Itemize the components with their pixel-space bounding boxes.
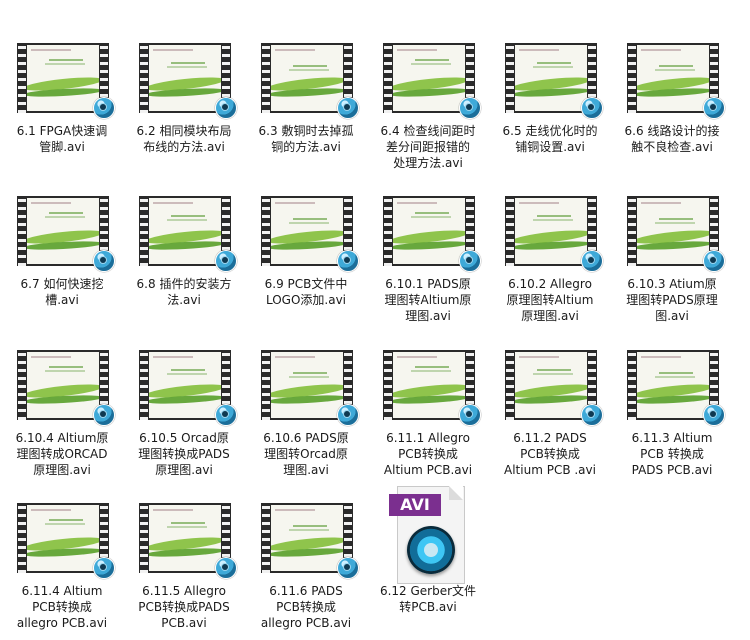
media-player-icon — [337, 404, 359, 426]
file-name-label: 6.5 走线优化时的 铺铜设置.avi — [502, 124, 598, 154]
file-name-label: 6.10.5 Orcad原 理图转换成PADS 原理图.avi — [138, 431, 230, 477]
file-item[interactable]: 6.6 线路设计的接 触不良检查.avi — [611, 40, 733, 180]
file-name-label: 6.9 PCB文件中 LOGO添加.avi — [264, 277, 348, 307]
media-player-icon — [337, 97, 359, 119]
media-player-icon — [215, 404, 237, 426]
file-item[interactable]: 6.11.2 PADS PCB转换成 Altium PCB .avi — [489, 347, 611, 487]
video-thumbnail-icon — [17, 350, 115, 426]
file-item[interactable]: 6.4 检查线间距时 差分间距报错的 处理方法.avi — [367, 40, 489, 180]
media-player-icon — [215, 250, 237, 272]
file-name-label: 6.7 如何快速挖 槽.avi — [20, 277, 104, 307]
file-item[interactable]: 6.11.6 PADS PCB转换成 allegro PCB.avi — [245, 500, 367, 640]
file-name-label: 6.6 线路设计的接 触不良检查.avi — [624, 124, 720, 154]
file-item[interactable]: 6.11.5 Allegro PCB转换成PADS PCB.avi — [123, 500, 245, 640]
avi-file-icon: AVI — [389, 486, 467, 584]
media-player-icon — [459, 97, 481, 119]
media-player-icon — [337, 250, 359, 272]
file-item[interactable]: 6.10.3 Atium原 理图转PADS原理 图.avi — [611, 193, 733, 333]
file-item[interactable]: 6.11.4 Altium PCB转换成 allegro PCB.avi — [1, 500, 123, 640]
file-name-label: 6.11.2 PADS PCB转换成 Altium PCB .avi — [504, 431, 596, 477]
media-player-icon — [215, 557, 237, 579]
media-player-icon — [93, 557, 115, 579]
media-player-icon — [459, 404, 481, 426]
file-name-label: 6.10.2 Allegro 原理图转Altium 原理图.avi — [506, 277, 594, 323]
file-item[interactable]: 6.3 敷铜时去掉孤 铜的方法.avi — [245, 40, 367, 180]
video-thumbnail-icon — [17, 43, 115, 119]
file-item[interactable]: 6.7 如何快速挖 槽.avi — [1, 193, 123, 333]
video-thumbnail-icon — [139, 503, 237, 579]
file-item[interactable]: 6.5 走线优化时的 铺铜设置.avi — [489, 40, 611, 180]
file-name-label: 6.1 FPGA快速调 管脚.avi — [16, 124, 108, 154]
video-thumbnail-icon — [261, 503, 359, 579]
video-thumbnail-icon — [17, 503, 115, 579]
file-name-label: 6.8 插件的安装方 法.avi — [136, 277, 232, 307]
video-thumbnail-icon — [17, 196, 115, 272]
file-name-label: 6.10.6 PADS原 理图转Orcad原 理图.avi — [263, 431, 349, 477]
video-thumbnail-icon — [627, 350, 725, 426]
media-player-icon — [215, 97, 237, 119]
file-item[interactable]: 6.10.4 Altium原 理图转成ORCAD 原理图.avi — [1, 347, 123, 487]
file-name-label: 6.11.4 Altium PCB转换成 allegro PCB.avi — [16, 584, 108, 630]
media-player-icon — [459, 250, 481, 272]
video-thumbnail-icon — [627, 196, 725, 272]
file-item[interactable]: 6.10.2 Allegro 原理图转Altium 原理图.avi — [489, 193, 611, 333]
file-item[interactable]: 6.10.6 PADS原 理图转Orcad原 理图.avi — [245, 347, 367, 487]
video-thumbnail-icon — [505, 43, 603, 119]
file-name-label: 6.4 检查线间距时 差分间距报错的 处理方法.avi — [380, 124, 476, 170]
video-thumbnail-icon — [505, 350, 603, 426]
media-player-icon — [93, 97, 115, 119]
video-thumbnail-icon — [261, 43, 359, 119]
file-name-label: 6.2 相同模块布局 布线的方法.avi — [136, 124, 232, 154]
video-thumbnail-icon — [383, 43, 481, 119]
file-grid: 6.1 FPGA快速调 管脚.avi 6.2 相同模块布局 布线的方法.avi 6.… — [0, 0, 750, 630]
video-thumbnail-icon — [627, 43, 725, 119]
media-player-icon — [93, 250, 115, 272]
file-name-label: 6.3 敷铜时去掉孤 铜的方法.avi — [258, 124, 354, 154]
file-item[interactable]: 6.11.1 Allegro PCB转换成 Altium PCB.avi — [367, 347, 489, 487]
file-item[interactable]: 6.11.3 Altium PCB 转换成 PADS PCB.avi — [611, 347, 733, 487]
file-item[interactable]: 6.9 PCB文件中 LOGO添加.avi — [245, 193, 367, 333]
media-player-icon — [581, 97, 603, 119]
video-thumbnail-icon — [139, 43, 237, 119]
media-player-icon — [703, 404, 725, 426]
file-item[interactable]: AVI 6.12 Gerber文件 转PCB.avi — [367, 486, 489, 640]
media-player-icon — [581, 250, 603, 272]
video-thumbnail-icon — [505, 196, 603, 272]
file-item[interactable]: 6.2 相同模块布局 布线的方法.avi — [123, 40, 245, 180]
video-thumbnail-icon — [383, 196, 481, 272]
media-player-icon — [337, 557, 359, 579]
media-reel-icon — [407, 526, 455, 574]
media-player-icon — [703, 250, 725, 272]
file-item[interactable]: 6.10.5 Orcad原 理图转换成PADS 原理图.avi — [123, 347, 245, 487]
file-name-label: 6.10.3 Atium原 理图转PADS原理 图.avi — [626, 277, 718, 323]
file-name-label: 6.11.3 Altium PCB 转换成 PADS PCB.avi — [631, 431, 713, 477]
video-thumbnail-icon — [261, 350, 359, 426]
file-item[interactable]: 6.1 FPGA快速调 管脚.avi — [1, 40, 123, 180]
video-thumbnail-icon — [383, 350, 481, 426]
video-thumbnail-icon — [139, 350, 237, 426]
file-name-label: 6.11.5 Allegro PCB转换成PADS PCB.avi — [138, 584, 230, 630]
file-name-label: 6.10.1 PADS原 理图转Altium原 理图.avi — [384, 277, 472, 323]
avi-badge: AVI — [389, 494, 441, 516]
file-item[interactable]: 6.8 插件的安装方 法.avi — [123, 193, 245, 333]
file-name-label: 6.11.1 Allegro PCB转换成 Altium PCB.avi — [383, 431, 473, 477]
media-player-icon — [703, 97, 725, 119]
file-name-label: 6.11.6 PADS PCB转换成 allegro PCB.avi — [260, 584, 352, 630]
file-name-label: 6.12 Gerber文件 转PCB.avi — [379, 584, 477, 614]
media-player-icon — [93, 404, 115, 426]
video-thumbnail-icon — [261, 196, 359, 272]
file-name-label: 6.10.4 Altium原 理图转成ORCAD 原理图.avi — [15, 431, 109, 477]
video-thumbnail-icon — [139, 196, 237, 272]
file-item[interactable]: 6.10.1 PADS原 理图转Altium原 理图.avi — [367, 193, 489, 333]
media-player-icon — [581, 404, 603, 426]
